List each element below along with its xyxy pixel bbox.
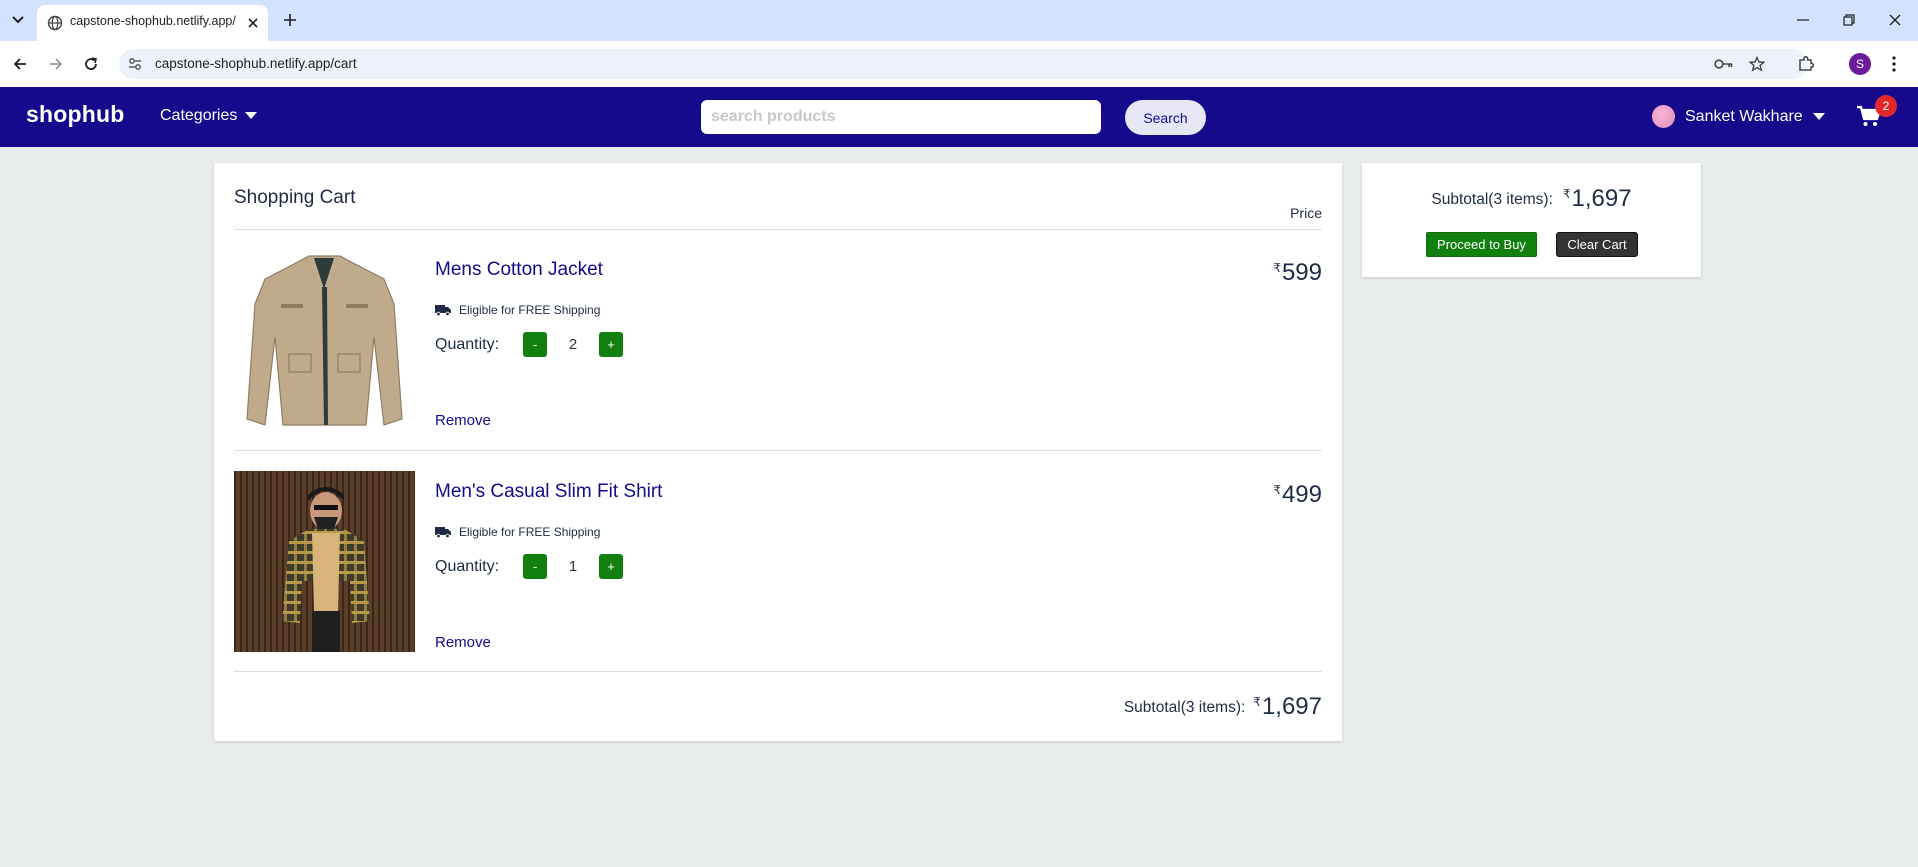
increase-quantity-button[interactable]: +: [599, 332, 623, 357]
free-shipping-note: Eligible for FREE Shipping: [435, 525, 600, 539]
search-button[interactable]: Search: [1125, 100, 1206, 135]
shirt-product-image[interactable]: [234, 471, 415, 652]
clear-cart-button[interactable]: Clear Cart: [1556, 232, 1638, 257]
item-price-value: 599: [1281, 259, 1322, 286]
divider: [234, 229, 1322, 230]
quantity-value: 1: [568, 558, 578, 575]
item-name-link[interactable]: Mens Cotton Jacket: [435, 259, 603, 281]
user-menu[interactable]: Sanket Wakhare: [1652, 105, 1825, 128]
cart-subtotal: Subtotal(3 items): ₹ 1,697: [1124, 693, 1322, 721]
item-price: ₹ 599: [1273, 259, 1322, 287]
quantity-label: Quantity:: [435, 335, 500, 353]
shipping-text: Eligible for FREE Shipping: [459, 525, 601, 539]
divider: [234, 671, 1322, 672]
password-key-icon[interactable]: [1713, 54, 1735, 74]
caret-down-icon: [245, 112, 258, 119]
cart-count-badge: 2: [1875, 95, 1897, 117]
subtotal-label: Subtotal(3 items):: [1123, 699, 1246, 716]
summary-subtotal: Subtotal(3 items): ₹ 1,697: [1362, 185, 1701, 213]
item-price: ₹ 499: [1273, 481, 1322, 509]
order-summary-panel: Subtotal(3 items): ₹ 1,697 Proceed to Bu…: [1362, 163, 1701, 277]
forward-arrow-icon[interactable]: [44, 52, 68, 76]
address-bar[interactable]: capstone-shophub.netlify.app/cart: [119, 49, 1808, 79]
browser-tab-active[interactable]: capstone-shophub.netlify.app/c: [37, 5, 268, 41]
site-info-icon[interactable]: [127, 56, 143, 72]
browser-menu-dots-icon[interactable]: [1886, 53, 1902, 75]
rupee-symbol: ₹: [1253, 695, 1261, 709]
extensions-puzzle-icon[interactable]: [1794, 52, 1818, 76]
summary-subtotal-label: Subtotal(3 items):: [1431, 191, 1553, 208]
shipping-text: Eligible for FREE Shipping: [459, 303, 601, 317]
rupee-symbol: ₹: [1273, 261, 1281, 275]
cart-item: Mens Cotton Jacket ₹ 599 Eligible for FR…: [234, 249, 1322, 430]
item-name-link[interactable]: Men's Casual Slim Fit Shirt: [435, 481, 662, 503]
categories-dropdown[interactable]: Categories: [160, 107, 258, 125]
browser-profile-avatar[interactable]: S: [1849, 53, 1871, 75]
caret-down-icon: [1812, 112, 1825, 120]
remove-item-link[interactable]: Remove: [435, 412, 491, 429]
rupee-symbol: ₹: [1562, 187, 1571, 201]
reload-icon[interactable]: [79, 52, 103, 76]
close-window-icon[interactable]: [1884, 10, 1906, 30]
shophub-logo[interactable]: shophub: [26, 101, 125, 128]
globe-icon: [47, 15, 63, 31]
jacket-product-image[interactable]: [234, 249, 415, 430]
restore-icon[interactable]: [1838, 10, 1860, 30]
increase-quantity-button[interactable]: +: [599, 554, 623, 579]
decrease-quantity-button[interactable]: -: [523, 332, 547, 357]
price-column-header: Price: [1290, 205, 1322, 221]
divider: [234, 450, 1322, 451]
shopping-cart-panel: Shopping Cart Price Mens Cotton Jacket ₹…: [214, 163, 1342, 741]
browser-tabbar: capstone-shophub.netlify.app/c: [0, 0, 1918, 41]
quantity-value: 2: [568, 336, 578, 353]
remove-item-link[interactable]: Remove: [435, 634, 491, 651]
tab-title: capstone-shophub.netlify.app/c: [70, 14, 236, 28]
user-avatar: [1652, 105, 1675, 128]
quantity-stepper: Quantity: - 2 +: [435, 332, 623, 357]
minimize-icon[interactable]: [1792, 10, 1814, 30]
user-name: Sanket Wakhare: [1685, 107, 1803, 125]
truck-icon: [435, 305, 451, 316]
summary-subtotal-value: 1,697: [1571, 185, 1632, 212]
rupee-symbol: ₹: [1273, 483, 1281, 497]
site-header: shophub Categories Search Sanket Wakhare…: [0, 87, 1918, 147]
url-text: capstone-shophub.netlify.app/cart: [155, 56, 357, 71]
search-input[interactable]: [701, 100, 1101, 134]
subtotal-value: 1,697: [1261, 693, 1322, 720]
decrease-quantity-button[interactable]: -: [523, 554, 547, 579]
quantity-label: Quantity:: [435, 557, 500, 575]
free-shipping-note: Eligible for FREE Shipping: [435, 303, 600, 317]
tab-close-icon[interactable]: [244, 14, 262, 32]
summary-subtotal-amount: ₹ 1,697: [1563, 185, 1632, 213]
categories-label: Categories: [160, 107, 238, 124]
proceed-to-buy-button[interactable]: Proceed to Buy: [1426, 232, 1537, 257]
cart-title: Shopping Cart: [234, 187, 356, 208]
browser-toolbar: capstone-shophub.netlify.app/cart S: [0, 41, 1918, 87]
back-arrow-icon[interactable]: [8, 52, 32, 76]
bookmark-star-icon[interactable]: [1746, 54, 1768, 74]
new-tab-plus-icon[interactable]: [280, 10, 300, 30]
quantity-stepper: Quantity: - 1 +: [435, 554, 623, 579]
tab-list-chevron-icon[interactable]: [8, 9, 28, 31]
subtotal-amount: ₹ 1,697: [1253, 693, 1322, 721]
truck-icon: [435, 527, 451, 538]
cart-item: Men's Casual Slim Fit Shirt ₹ 499 Eligib…: [234, 471, 1322, 652]
item-price-value: 499: [1281, 481, 1322, 508]
